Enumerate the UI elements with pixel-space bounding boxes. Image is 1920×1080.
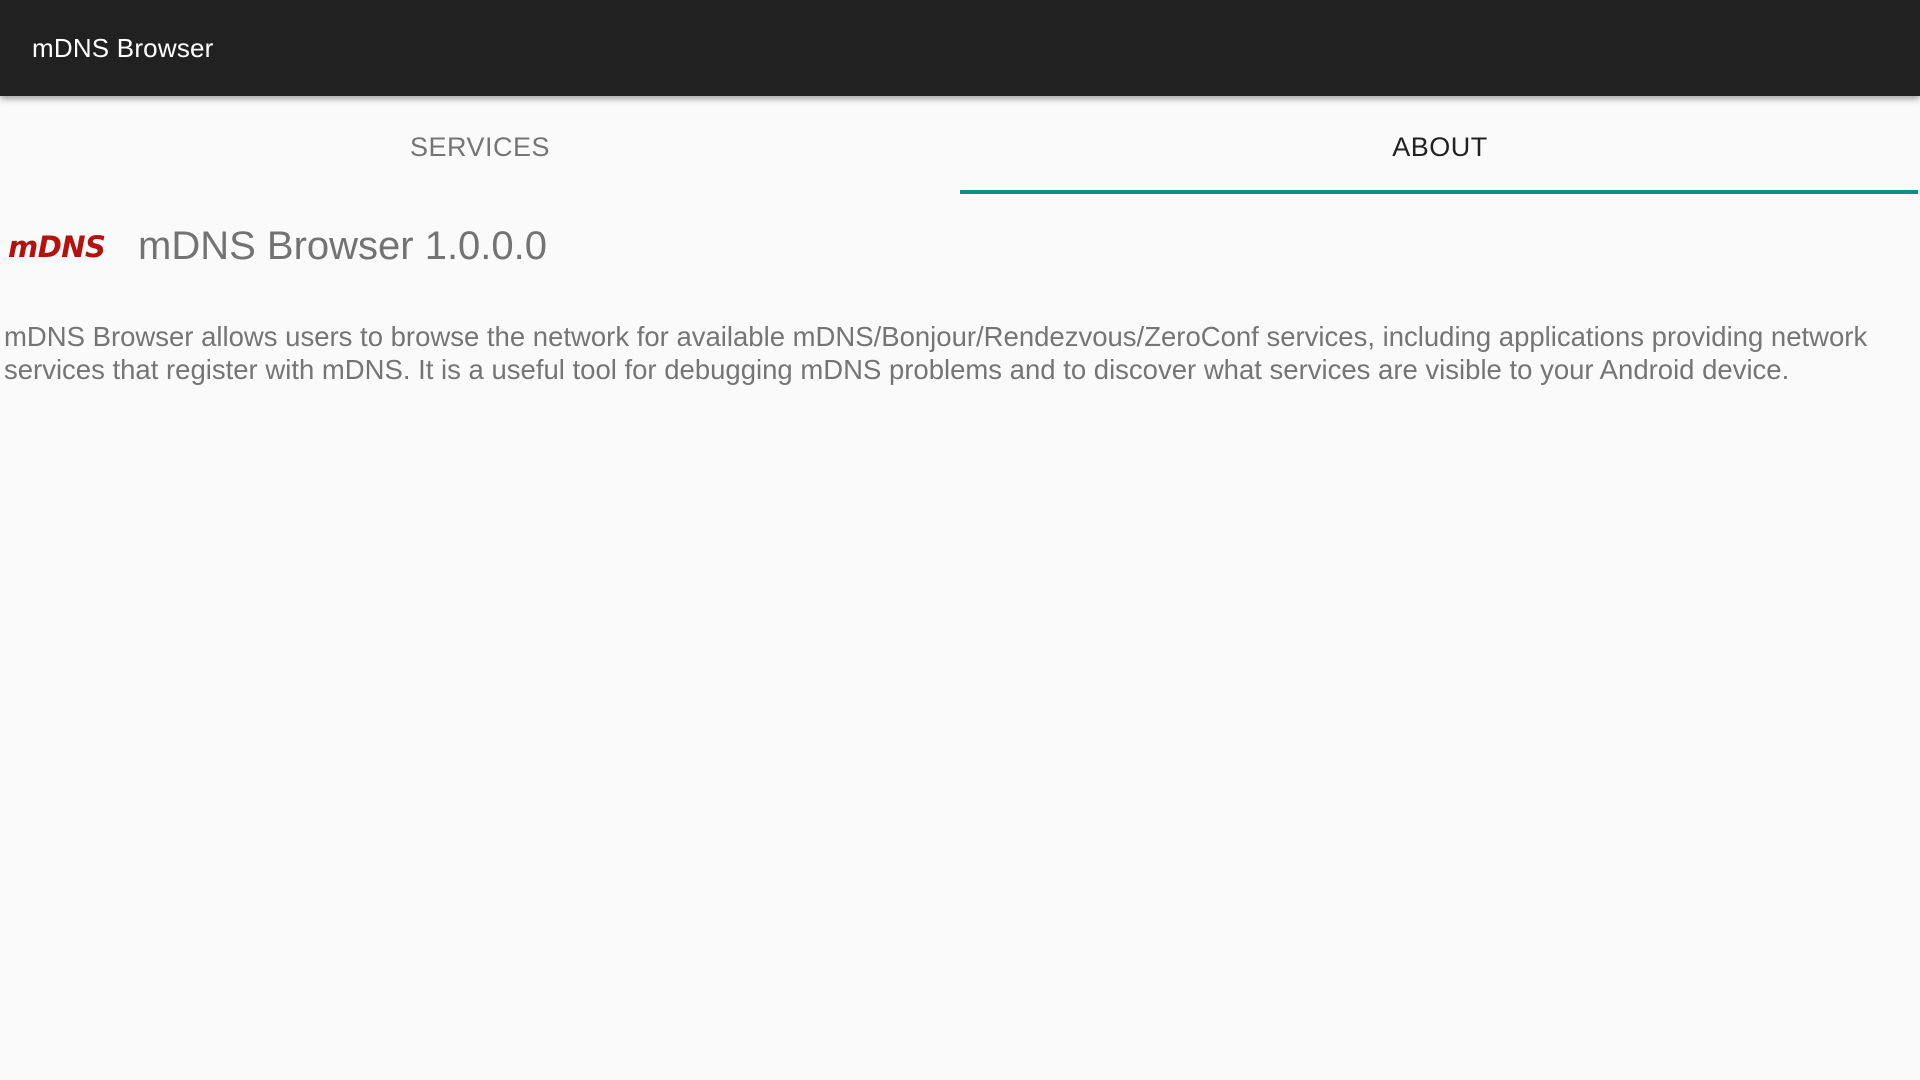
about-description: mDNS Browser allows users to browse the … bbox=[4, 321, 1868, 385]
app-bar: mDNS Browser bbox=[0, 0, 1920, 96]
tab-services-label: SERVICES bbox=[409, 132, 551, 162]
about-panel: mDNS mDNS Browser 1.0.0.0 mDNS Browser a… bbox=[0, 194, 1920, 386]
about-header: mDNS mDNS Browser 1.0.0.0 bbox=[0, 194, 1920, 299]
app-title: mDNS Browser bbox=[32, 33, 214, 63]
app-window: mDNS Browser SERVICES ABOUT mDNS mDNS Br… bbox=[0, 0, 1920, 1080]
tab-bar: SERVICES ABOUT bbox=[0, 96, 1920, 194]
tab-about[interactable]: ABOUT bbox=[960, 96, 1920, 194]
tab-about-label: ABOUT bbox=[1392, 132, 1488, 162]
tab-services[interactable]: SERVICES bbox=[0, 96, 960, 194]
mdns-logo-icon: mDNS bbox=[8, 229, 106, 264]
app-version-title: mDNS Browser 1.0.0.0 bbox=[138, 224, 548, 268]
